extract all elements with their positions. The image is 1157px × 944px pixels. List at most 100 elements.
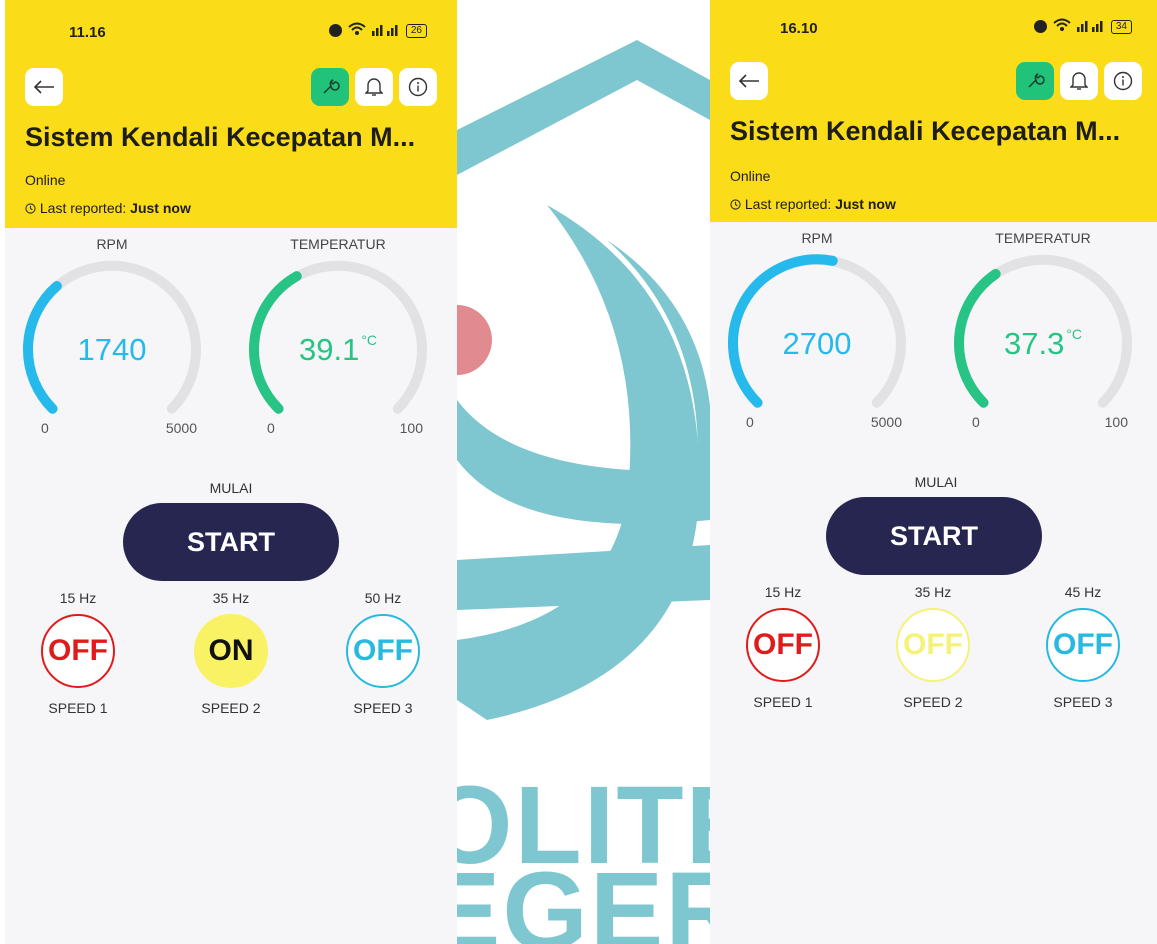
notification-button[interactable] bbox=[1060, 62, 1098, 100]
speed-3-frequency: 45 Hz bbox=[1064, 584, 1102, 600]
rpm-gauge: RPM 2700 0 5000 bbox=[722, 226, 912, 436]
temperature-value: 37.3 °C bbox=[948, 326, 1138, 362]
temperature-label: TEMPERATUR bbox=[995, 230, 1091, 246]
app-header: 11.16 26 Sistem Kendali Kecepatan M... O… bbox=[5, 0, 457, 228]
info-button[interactable] bbox=[399, 68, 437, 106]
temperature-gauge: TEMPERATUR 37.3 °C 0 100 bbox=[948, 226, 1138, 436]
back-button[interactable] bbox=[730, 62, 768, 100]
temperature-max: 100 bbox=[1104, 414, 1128, 430]
rpm-label: RPM bbox=[96, 236, 128, 252]
speed-3-control: 50 Hz OFF SPEED 3 bbox=[338, 590, 428, 716]
status-bar: 11.16 26 bbox=[5, 18, 457, 42]
speed-2-toggle[interactable]: ON bbox=[194, 614, 268, 688]
info-button[interactable] bbox=[1104, 62, 1142, 100]
speed-3-frequency: 50 Hz bbox=[364, 590, 402, 606]
rpm-value: 1740 bbox=[77, 332, 147, 367]
speed-1-frequency: 15 Hz bbox=[59, 590, 97, 606]
rpm-min: 0 bbox=[41, 420, 49, 436]
notification-button[interactable] bbox=[355, 68, 393, 106]
speed-1-label: SPEED 1 bbox=[48, 700, 108, 716]
signal-icon bbox=[371, 22, 400, 39]
rpm-max: 5000 bbox=[165, 420, 197, 436]
speed-2-control: 35 Hz OFF SPEED 2 bbox=[888, 584, 978, 710]
wrench-button[interactable] bbox=[1016, 62, 1054, 100]
online-status: Online bbox=[730, 168, 771, 184]
battery-icon: 26 bbox=[405, 23, 427, 38]
temperature-gauge: TEMPERATUR 39.1 °C 0 100 bbox=[243, 232, 433, 442]
rpm-value: 2700 bbox=[782, 326, 852, 361]
speed-1-toggle[interactable]: OFF bbox=[41, 614, 115, 688]
info-icon bbox=[408, 77, 428, 97]
speed-3-toggle[interactable]: OFF bbox=[346, 614, 420, 688]
alarm-icon bbox=[328, 24, 342, 37]
mulai-label: MULAI bbox=[209, 480, 253, 496]
speed-2-label: SPEED 2 bbox=[903, 694, 963, 710]
device-title: Sistem Kendali Kecepatan M... bbox=[730, 116, 1121, 146]
temperature-unit: °C bbox=[1066, 326, 1083, 342]
rpm-min: 0 bbox=[746, 414, 754, 430]
speed-3-label: SPEED 3 bbox=[1053, 694, 1113, 710]
temperature-max: 100 bbox=[399, 420, 423, 436]
wifi-icon bbox=[348, 22, 366, 39]
last-reported: Last reported: Just now bbox=[25, 200, 191, 216]
status-time: 16.10 bbox=[780, 20, 818, 37]
toolbar bbox=[25, 68, 437, 108]
last-reported: Last reported: Just now bbox=[730, 196, 896, 212]
temperature-number: 39.1 bbox=[298, 332, 360, 367]
last-reported-label: Last reported: bbox=[744, 196, 832, 212]
last-reported-label: Last reported: bbox=[39, 200, 127, 216]
arrow-left-icon bbox=[33, 80, 54, 94]
speed-3-control: 45 Hz OFF SPEED 3 bbox=[1038, 584, 1128, 710]
status-icons: 34 bbox=[1033, 18, 1132, 35]
wrench-button[interactable] bbox=[311, 68, 349, 106]
start-button[interactable]: START bbox=[826, 497, 1042, 575]
phone-screen-left: 11.16 26 Sistem Kendali Kecepatan M... O… bbox=[5, 0, 457, 944]
watermark-text-line2: EGERI bbox=[457, 850, 710, 944]
clock-icon bbox=[730, 199, 741, 210]
speed-2-frequency: 35 Hz bbox=[914, 584, 952, 600]
speed-3-label: SPEED 3 bbox=[353, 700, 413, 716]
start-button[interactable]: START bbox=[123, 503, 339, 581]
speed-1-label: SPEED 1 bbox=[753, 694, 813, 710]
device-title: Sistem Kendali Kecepatan M... bbox=[25, 122, 416, 152]
back-button[interactable] bbox=[25, 68, 63, 106]
temperature-unit: °C bbox=[361, 332, 378, 348]
speed-1-control: 15 Hz OFF SPEED 1 bbox=[738, 584, 828, 710]
alarm-icon bbox=[1033, 20, 1047, 33]
rpm-label: RPM bbox=[801, 230, 833, 246]
temperature-number: 37.3 bbox=[1003, 326, 1065, 361]
mulai-label: MULAI bbox=[914, 474, 958, 490]
wifi-icon bbox=[1053, 18, 1071, 35]
speed-1-toggle[interactable]: OFF bbox=[746, 608, 820, 682]
toolbar bbox=[730, 62, 1142, 102]
wrench-icon bbox=[323, 79, 340, 94]
last-reported-value: Just now bbox=[130, 200, 191, 216]
temperature-min: 0 bbox=[972, 414, 980, 430]
speed-2-label: SPEED 2 bbox=[201, 700, 261, 716]
arrow-left-icon bbox=[738, 74, 759, 88]
last-reported-value: Just now bbox=[835, 196, 896, 212]
clock-icon bbox=[25, 203, 36, 214]
speed-2-control: 35 Hz ON SPEED 2 bbox=[186, 590, 276, 716]
rpm-gauge: RPM 1740 0 5000 bbox=[17, 232, 207, 442]
phone-screen-right: 16.10 34 Sistem Kendali Kecepatan M... O… bbox=[710, 0, 1157, 944]
speed-2-toggle[interactable]: OFF bbox=[896, 608, 970, 682]
status-bar: 16.10 34 bbox=[710, 14, 1157, 38]
temperature-min: 0 bbox=[267, 420, 275, 436]
wrench-icon bbox=[1028, 73, 1045, 88]
speed-2-frequency: 35 Hz bbox=[212, 590, 250, 606]
speed-1-frequency: 15 Hz bbox=[764, 584, 802, 600]
signal-icon bbox=[1076, 18, 1105, 35]
temperature-value: 39.1 °C bbox=[243, 332, 433, 368]
speed-3-toggle[interactable]: OFF bbox=[1046, 608, 1120, 682]
status-icons: 26 bbox=[328, 22, 427, 39]
temperature-label: TEMPERATUR bbox=[290, 236, 386, 252]
watermark-logo: OLITEK EGERI bbox=[457, 0, 710, 944]
online-status: Online bbox=[25, 172, 66, 188]
bell-icon bbox=[1070, 72, 1088, 90]
app-header: 16.10 34 Sistem Kendali Kecepatan M... O… bbox=[710, 0, 1157, 222]
speed-1-control: 15 Hz OFF SPEED 1 bbox=[33, 590, 123, 716]
rpm-max: 5000 bbox=[870, 414, 902, 430]
info-icon bbox=[1113, 71, 1133, 91]
status-time: 11.16 bbox=[69, 24, 106, 41]
